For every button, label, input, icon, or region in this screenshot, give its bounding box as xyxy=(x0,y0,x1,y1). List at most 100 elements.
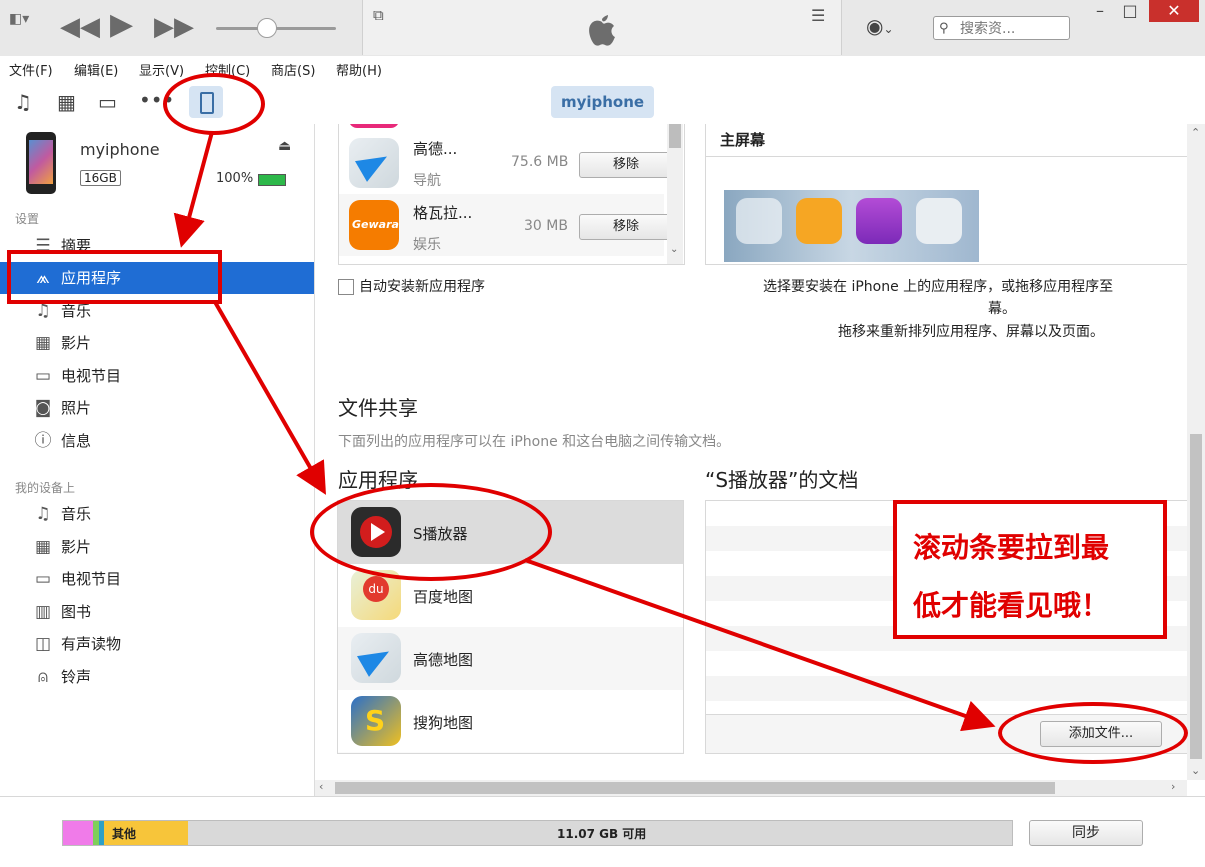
tv-icon: ▭ xyxy=(34,569,52,589)
sidebar-item-label: 铃声 xyxy=(61,668,92,686)
app-name: 高德... xyxy=(413,140,458,158)
list-item[interactable]: 高德... 导航 75.6 MB 移除 xyxy=(339,130,673,192)
search-input[interactable]: ⚲ 搜索资... xyxy=(933,16,1070,40)
remove-button[interactable]: 移除 xyxy=(579,152,673,178)
annotation-ellipse-splayer xyxy=(310,483,552,581)
home-screen-title: 主屏幕 xyxy=(720,131,766,149)
sidebar-item-label: 影片 xyxy=(61,334,92,352)
menu-view[interactable]: 显示(V) xyxy=(139,60,184,79)
search-placeholder: 搜索资... xyxy=(960,21,1016,37)
minimize-button[interactable]: – xyxy=(1090,0,1110,22)
sidebar-item-label: 照片 xyxy=(61,399,92,417)
app-size: 30 MB xyxy=(524,218,568,234)
maximize-button[interactable]: □ xyxy=(1120,0,1140,22)
storage-other-label: 其他 xyxy=(112,827,137,841)
film-icon: ▦ xyxy=(34,537,52,557)
home-screen-desc-line1: 选择要安装在 iPhone 上的应用程序，或拖移应用程序至 xyxy=(763,279,1114,295)
sidebar-item-tv[interactable]: ▭ 电视节目 xyxy=(0,360,314,392)
app-name: 高德地图 xyxy=(413,651,474,669)
annotation-note-line2: 低才能看见哦！ xyxy=(913,589,1110,622)
app-icon-partial xyxy=(349,124,399,128)
app-size: 75.6 MB xyxy=(511,154,569,170)
miniplayer-icon[interactable]: ⧉ xyxy=(373,6,384,24)
gewara-app-icon: Gewara xyxy=(349,200,399,250)
music-icon: ♫ xyxy=(35,504,51,524)
annotation-ellipse-device xyxy=(163,73,265,135)
home-screen-panel: 主屏幕 xyxy=(705,124,1189,265)
main-horizontal-scrollbar[interactable]: ‹ › xyxy=(315,780,1187,796)
file-sharing-desc: 下面列出的应用程序可以在 iPhone 和这台电脑之间传输文档。 xyxy=(338,434,731,450)
menu-help[interactable]: 帮助(H) xyxy=(336,60,382,79)
book-icon: ▥ xyxy=(34,602,52,622)
menu-file[interactable]: 文件(F) xyxy=(9,60,53,79)
annotation-note-box: 滚动条要拉到最 低才能看见哦！ xyxy=(893,500,1167,639)
menu-store[interactable]: 商店(S) xyxy=(271,60,315,79)
home-screen-preview[interactable] xyxy=(724,190,979,262)
volume-knob[interactable] xyxy=(257,18,277,38)
capacity-badge: 16GB xyxy=(80,170,121,186)
film-icon[interactable]: ▦ xyxy=(57,90,76,114)
eject-icon[interactable]: ⏏ xyxy=(278,138,291,154)
annotation-note-line1: 滚动条要拉到最 xyxy=(913,531,1110,564)
storage-free-label: 11.07 GB 可用 xyxy=(557,827,647,841)
home-screen-header xyxy=(706,124,1188,157)
apps-list-scrollbar[interactable]: ⌄ xyxy=(667,124,683,264)
device-name: myiphone xyxy=(80,140,160,159)
menu-edit[interactable]: 编辑(E) xyxy=(74,60,118,79)
docs-header: “S播放器”的文档 xyxy=(705,468,859,492)
sidebar-item-label: 图书 xyxy=(61,603,92,621)
list-item[interactable]: 高德地图 xyxy=(338,627,683,690)
status-display: ⧉ ☰ xyxy=(362,0,842,55)
sidebar-item-device-movies[interactable]: ▦ 影片 xyxy=(0,531,314,563)
storage-bar: 其他 11.07 GB 可用 xyxy=(62,820,1013,846)
amap-app-icon xyxy=(349,138,399,188)
file-sharing-title: 文件共享 xyxy=(338,396,418,420)
list-item[interactable]: Gewara 格瓦拉... 娱乐 30 MB 移除 xyxy=(339,194,673,256)
amap-app-icon xyxy=(351,633,401,683)
close-button[interactable]: ✕ xyxy=(1149,0,1199,22)
gewara-logo-text: Gewara xyxy=(352,218,399,231)
window-menu-icon[interactable]: ◧▾ xyxy=(9,6,29,32)
main-vertical-scrollbar[interactable]: ⌃ ⌄ xyxy=(1187,124,1205,780)
podcasts-app-icon xyxy=(856,198,902,244)
sidebar-item-photos[interactable]: ◙ 照片 xyxy=(0,392,314,424)
auto-install-checkbox[interactable] xyxy=(338,279,354,295)
ondevice-header: 我的设备上 xyxy=(15,481,76,495)
sidebar-item-device-music[interactable]: ♫ 音乐 xyxy=(0,498,314,530)
sidebar-item-info[interactable]: ⓘ 信息 xyxy=(0,425,314,457)
sidebar-item-movies[interactable]: ▦ 影片 xyxy=(0,327,314,359)
home-screen-desc-line3: 拖移来重新排列应用程序、屏幕以及页面。 xyxy=(838,324,1104,340)
home-screen-desc-line2: 幕。 xyxy=(988,301,1016,317)
tv-icon[interactable]: ▭ xyxy=(98,90,117,114)
apple-logo-icon xyxy=(589,15,615,46)
device-name-pill[interactable]: myiphone xyxy=(551,86,654,118)
amap-app-icon xyxy=(916,198,962,244)
sync-button[interactable]: 同步 xyxy=(1029,820,1143,846)
settings-header: 设置 xyxy=(15,212,40,226)
sidebar-item-label: 影片 xyxy=(61,538,92,556)
next-icon[interactable]: ▶▶ xyxy=(154,14,194,40)
menu-bar: 文件(F) 编辑(E) 显示(V) 控制(C) 商店(S) 帮助(H) xyxy=(0,56,1205,80)
app-category: 导航 xyxy=(413,173,441,189)
list-item[interactable]: S 搜狗地图 xyxy=(338,690,683,752)
account-icon[interactable]: ◉⌄ xyxy=(866,14,894,38)
remove-button[interactable]: 移除 xyxy=(579,214,673,240)
previous-icon[interactable]: ◀◀ xyxy=(60,14,100,40)
sidebar-item-device-ringtones[interactable]: ⍝ 铃声 xyxy=(0,661,314,693)
sidebar-item-device-tv[interactable]: ▭ 电视节目 xyxy=(0,563,314,595)
app-name: 格瓦拉... xyxy=(413,204,473,222)
horizontal-scroll-thumb[interactable] xyxy=(335,782,1055,794)
sidebar-item-device-audiobooks[interactable]: ◫ 有声读物 xyxy=(0,628,314,660)
sidebar-item-device-books[interactable]: ▥ 图书 xyxy=(0,596,314,628)
list-icon[interactable]: ☰ xyxy=(811,6,825,25)
play-icon[interactable]: ▶ xyxy=(110,10,133,40)
main-content: 高德... 导航 75.6 MB 移除 Gewara 格瓦拉... 娱乐 30 … xyxy=(315,124,1189,780)
apps-list: 高德... 导航 75.6 MB 移除 Gewara 格瓦拉... 娱乐 30 … xyxy=(338,124,685,265)
tv-icon: ▭ xyxy=(34,366,52,386)
bell-icon: ⍝ xyxy=(37,667,49,687)
music-icon[interactable]: ♫ xyxy=(14,90,32,114)
vertical-scroll-thumb[interactable] xyxy=(1190,434,1202,759)
sidebar-item-label: 电视节目 xyxy=(61,570,122,588)
sidebar-item-label: 音乐 xyxy=(61,505,92,523)
battery-percent: 100% xyxy=(216,171,254,186)
